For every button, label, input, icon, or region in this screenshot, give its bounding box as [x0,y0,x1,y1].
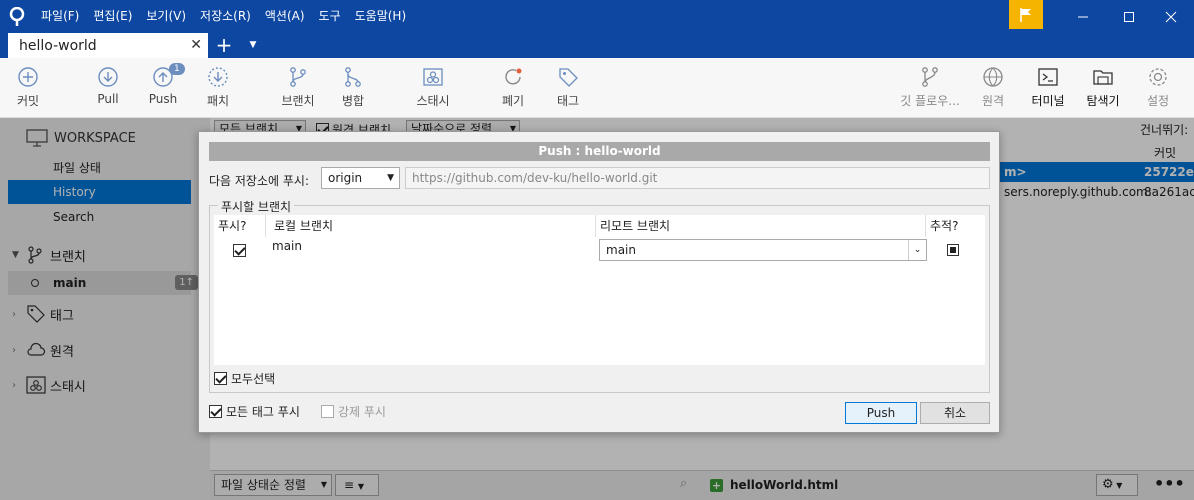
menu-help[interactable]: 도움말(H) [348,0,414,33]
push-button[interactable]: 1 Push [136,63,190,106]
stash-label: 스태시 [416,94,450,108]
menu-actions[interactable]: 액션(A) [258,0,312,33]
branch-icon [290,67,306,87]
branch-row: main main ⌄ [214,238,985,262]
tab-dropdown-icon[interactable]: ▼ [245,33,261,58]
tab-bar: hello-world ✕ + ▼ [0,33,1194,58]
push-button[interactable]: Push [845,402,917,424]
force-push-checkbox [321,405,334,418]
menu-repository[interactable]: 저장소(R) [193,0,258,33]
remote-select-value: origin [328,171,363,185]
push-all-tags-label: 모든 태그 푸시 [226,405,300,419]
close-icon[interactable] [1148,0,1194,33]
add-tab-icon[interactable]: + [213,33,235,58]
terminal-label: 터미널 [1031,94,1065,108]
select-all-toggle[interactable]: 모두선택 [214,370,275,387]
force-push-toggle: 강제 푸시 [321,403,386,420]
gear-icon [1149,68,1167,86]
terminal-button[interactable]: 터미널 [1021,66,1075,109]
branch-label: 브랜치 [281,94,315,108]
branches-table: 푸시? 로컬 브랜치 리모트 브랜치 추적? main main ⌄ [214,215,985,365]
header-track: 추적? [926,215,985,237]
merge-icon [345,67,361,87]
header-push: 푸시? [214,215,266,237]
remote-url-value: https://github.com/dev-ku/hello-world.gi… [412,171,658,185]
menu-view[interactable]: 보기(V) [139,0,193,33]
pull-label: Pull [97,92,119,106]
tag-label: 태그 [556,94,580,108]
fetch-label: 패치 [206,94,230,108]
remote-repo-label: 다음 저장소에 푸시: [209,174,309,188]
tag-icon [559,68,578,87]
discard-label: 폐기 [501,94,525,108]
tab-close-icon[interactable]: ✕ [190,37,202,53]
cancel-button[interactable]: 취소 [920,402,990,424]
push-badge: 1 [169,63,185,75]
chevron-down-icon: ▼ [387,173,394,183]
merge-button[interactable]: 병합 [326,66,380,109]
pull-icon [98,67,118,87]
select-all-checkbox[interactable] [214,372,227,385]
discard-button[interactable]: 폐기 [486,66,540,109]
branch-button[interactable]: 브랜치 [271,66,325,109]
settings-button[interactable]: 설정 [1131,66,1185,109]
commit-button[interactable]: 커밋 [1,66,55,109]
push-branch-checkbox[interactable] [233,244,246,257]
dialog-title: Push : hello-world [209,142,990,161]
menu-tools[interactable]: 도구 [312,0,348,33]
branches-group-title: 푸시할 브랜치 [218,198,295,215]
gitflow-icon [922,67,938,87]
pull-button[interactable]: Pull [81,66,135,106]
track-indeterminate-mark [950,247,956,253]
header-remote-branch: 리모트 브랜치 [596,215,926,237]
push-label: Push [148,92,178,106]
header-local-branch: 로컬 브랜치 [266,215,596,237]
tag-button[interactable]: 태그 [541,66,595,109]
push-all-tags-checkbox[interactable] [209,405,222,418]
remote-button[interactable]: 원격 [966,66,1020,109]
merge-label: 병합 [341,94,365,108]
commit-icon [18,67,38,87]
gitflow-label: 깃 플로우... [900,94,960,108]
globe-icon [983,67,1003,87]
folder-icon [1093,70,1113,85]
explorer-label: 탐색기 [1086,94,1120,108]
flag-icon[interactable] [1009,0,1043,29]
fetch-button[interactable]: 패치 [191,66,245,109]
stash-icon [423,68,443,86]
settings-label: 설정 [1146,94,1170,108]
remote-branch-select[interactable]: main ⌄ [599,239,927,261]
push-all-tags-toggle[interactable]: 모든 태그 푸시 [209,403,300,420]
title-bar: 파일(F) 편집(E) 보기(V) 저장소(R) 액션(A) 도구 도움말(H) [0,0,1194,33]
gitflow-button[interactable]: 깃 플로우... [894,66,966,109]
app-logo-icon [0,0,34,33]
terminal-icon [1038,68,1058,86]
discard-icon [505,68,522,85]
commit-label: 커밋 [16,94,40,108]
remote-label: 원격 [981,94,1005,108]
tab-label: hello-world [19,37,97,54]
minimize-icon[interactable] [1060,0,1106,33]
force-push-label: 강제 푸시 [338,405,386,419]
local-branch-name: main [272,239,302,253]
stash-button[interactable]: 스태시 [406,66,460,109]
explorer-button[interactable]: 탐색기 [1076,66,1130,109]
menu-file[interactable]: 파일(F) [34,0,86,33]
menu-bar: 파일(F) 편집(E) 보기(V) 저장소(R) 액션(A) 도구 도움말(H) [34,0,413,33]
select-all-label: 모두선택 [231,372,276,386]
menu-edit[interactable]: 편집(E) [86,0,139,33]
fetch-icon [208,67,228,87]
remote-branch-value: main [606,243,636,257]
toolbar: 커밋 Pull 1 Push 패치 브랜치 병합 스태시 폐기 태그 깃 플로우… [0,58,1194,118]
track-checkbox[interactable] [947,244,959,256]
push-dialog: Push : hello-world 다음 저장소에 푸시: origin ▼ … [198,131,1000,433]
tab-hello-world[interactable]: hello-world ✕ [8,33,208,58]
remote-url-field: https://github.com/dev-ku/hello-world.gi… [405,167,990,189]
chevron-down-icon: ⌄ [908,240,926,260]
maximize-icon[interactable] [1106,0,1152,33]
remote-select[interactable]: origin ▼ [321,167,400,189]
branches-to-push-group: 푸시할 브랜치 푸시? 로컬 브랜치 리모트 브랜치 추적? main main… [209,198,990,393]
